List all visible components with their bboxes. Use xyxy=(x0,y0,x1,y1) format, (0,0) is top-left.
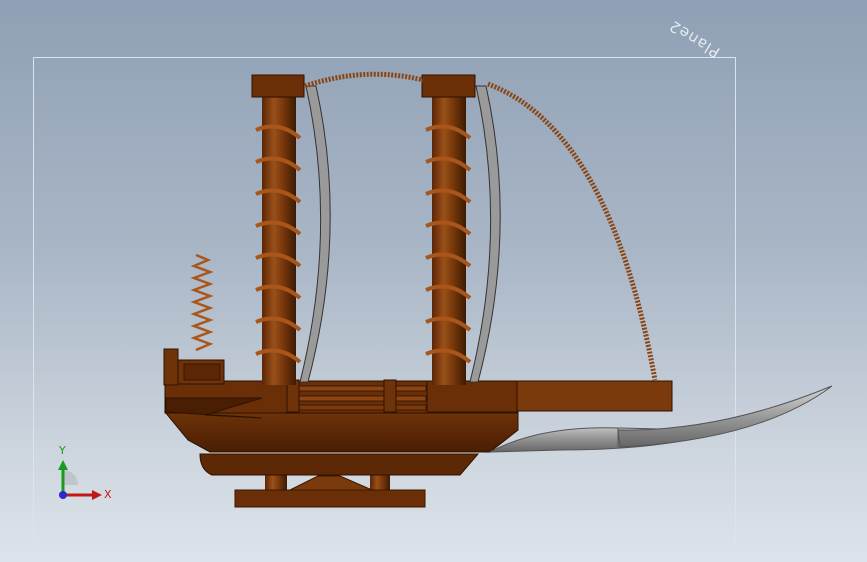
curved-blades xyxy=(299,85,501,383)
base-feet xyxy=(234,470,426,508)
triad-x-label: X xyxy=(104,488,112,501)
triad-y-arrow xyxy=(58,460,68,470)
triad-x-arrow xyxy=(92,490,102,500)
hull-body xyxy=(163,348,673,476)
triad-arc-shading xyxy=(63,470,78,485)
3d-model[interactable] xyxy=(0,0,867,562)
small-spring xyxy=(190,253,214,352)
graphics-viewport[interactable]: Plane2 Y X xyxy=(0,0,867,562)
triad-y-label: Y xyxy=(58,444,66,457)
coordinate-triad: Y X xyxy=(58,444,112,501)
triad-z-origin xyxy=(59,491,67,499)
